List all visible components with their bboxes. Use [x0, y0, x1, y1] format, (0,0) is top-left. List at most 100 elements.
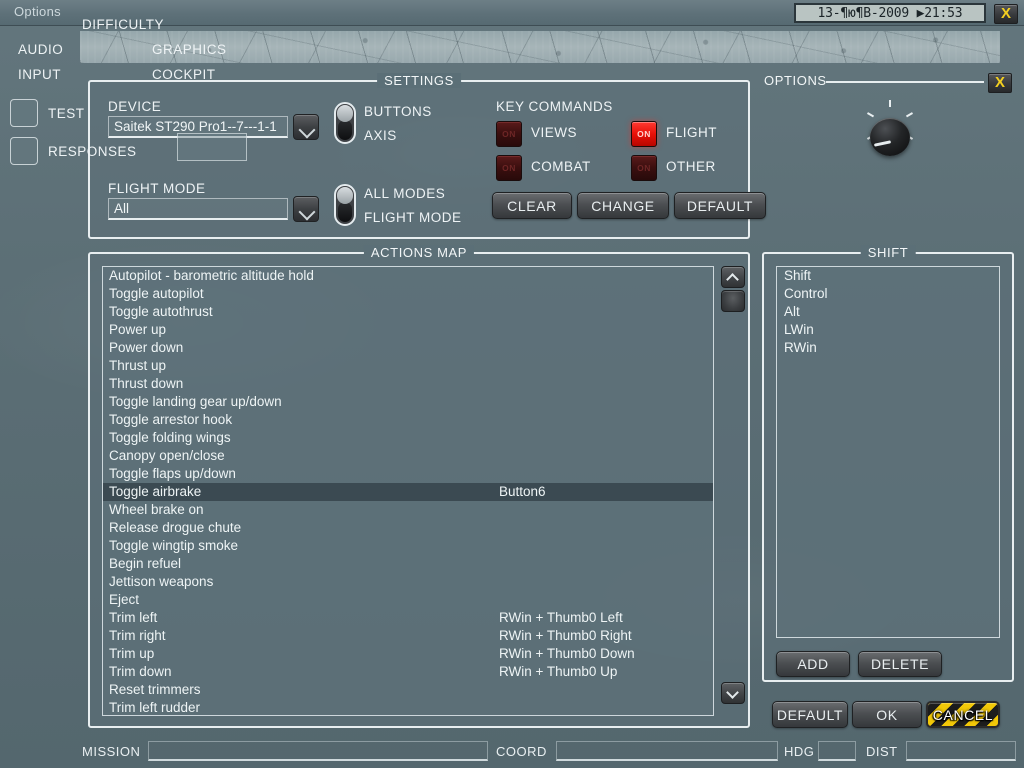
list-item[interactable]: RWin: [777, 339, 999, 357]
views-label[interactable]: VIEWS: [531, 125, 577, 140]
options-close-icon[interactable]: X: [988, 73, 1012, 93]
input-label[interactable]: INPUT: [18, 67, 61, 82]
graphics-label[interactable]: GRAPHICS: [152, 42, 227, 57]
clear-button[interactable]: CLEAR: [492, 192, 572, 219]
default-key-button[interactable]: DEFAULT: [674, 192, 766, 219]
action-name: Wheel brake on: [109, 502, 204, 517]
action-name: Release drogue chute: [109, 520, 242, 535]
action-binding: RWin + Thumb0 Left: [499, 610, 623, 625]
flight-label[interactable]: FLIGHT: [666, 125, 717, 140]
mission-field[interactable]: [148, 741, 488, 761]
coord-field[interactable]: [556, 741, 778, 761]
combat-label[interactable]: COMBAT: [531, 159, 591, 174]
table-row[interactable]: Toggle arrestor hook: [103, 411, 713, 429]
options-category-knob[interactable]: [870, 118, 910, 156]
other-label[interactable]: OTHER: [666, 159, 716, 174]
flight-mode-dropdown-chevron-down-icon[interactable]: [293, 196, 319, 222]
table-row[interactable]: Thrust down: [103, 375, 713, 393]
settings-panel-legend: SETTINGS: [377, 73, 461, 88]
flight-mode-switch-label[interactable]: FLIGHT MODE: [364, 210, 462, 225]
action-name: Eject: [109, 592, 140, 607]
table-row[interactable]: Toggle autothrust: [103, 303, 713, 321]
table-row[interactable]: Toggle autopilot: [103, 285, 713, 303]
table-row[interactable]: Release drogue chute: [103, 519, 713, 537]
action-name: Thrust down: [109, 376, 184, 391]
close-icon[interactable]: X: [994, 4, 1018, 24]
dist-field[interactable]: [906, 741, 1016, 761]
scroll-down-button[interactable]: [721, 682, 745, 704]
table-row[interactable]: Toggle airbrake Button6: [103, 483, 713, 501]
chevron-up-icon: [726, 273, 739, 286]
actions-map-panel: ACTIONS MAP Autopilot - barometric altit…: [88, 245, 750, 728]
table-row[interactable]: Jettison weapons: [103, 573, 713, 591]
test-label: TEST: [48, 106, 85, 121]
hdg-field[interactable]: [818, 741, 856, 761]
table-row[interactable]: Trim left RWin + Thumb0 Left: [103, 609, 713, 627]
dist-label: DIST: [866, 744, 898, 759]
flight-mode-input[interactable]: All: [108, 198, 288, 220]
table-row[interactable]: Toggle flaps up/down: [103, 465, 713, 483]
table-row[interactable]: Trim right RWin + Thumb0 Right: [103, 627, 713, 645]
action-name: Toggle wingtip smoke: [109, 538, 239, 553]
test-checkbox[interactable]: [10, 99, 38, 127]
action-name: Power down: [109, 340, 184, 355]
table-row[interactable]: Power down: [103, 339, 713, 357]
action-binding: RWin + Thumb0 Up: [499, 664, 618, 679]
table-row[interactable]: Toggle landing gear up/down: [103, 393, 713, 411]
shift-panel-legend: SHIFT: [860, 245, 916, 260]
actions-map-list[interactable]: Autopilot - barometric altitude hold Togg…: [102, 266, 714, 716]
list-item[interactable]: Control: [777, 285, 999, 303]
table-row[interactable]: Autopilot - barometric altitude hold: [103, 267, 713, 285]
device-dropdown-chevron-down-icon[interactable]: [293, 114, 319, 140]
scroll-up-button[interactable]: [721, 266, 745, 288]
table-row[interactable]: Reset trimmers: [103, 681, 713, 699]
change-button[interactable]: CHANGE: [577, 192, 669, 219]
table-row[interactable]: Wheel brake on: [103, 501, 713, 519]
difficulty-label[interactable]: DIFFICULTY: [82, 17, 164, 32]
table-row[interactable]: Trim down RWin + Thumb0 Up: [103, 663, 713, 681]
table-row[interactable]: Power up: [103, 321, 713, 339]
default-button[interactable]: DEFAULT: [772, 701, 848, 728]
device-label: DEVICE: [108, 99, 162, 114]
responses-checkbox[interactable]: [10, 137, 38, 165]
add-button[interactable]: ADD: [776, 651, 850, 677]
actions-map-legend: ACTIONS MAP: [363, 245, 475, 260]
table-row[interactable]: Canopy open/close: [103, 447, 713, 465]
table-row[interactable]: Trim left rudder: [103, 699, 713, 715]
list-item[interactable]: Shift: [777, 267, 999, 285]
combat-toggle-button[interactable]: ON: [496, 155, 522, 181]
all-modes-label[interactable]: ALL MODES: [364, 186, 445, 201]
audio-label[interactable]: AUDIO: [18, 42, 63, 57]
cancel-button[interactable]: CANCEL: [926, 701, 1000, 728]
responses-value-field[interactable]: [177, 133, 247, 161]
table-row[interactable]: Thrust up: [103, 357, 713, 375]
table-row[interactable]: Trim up RWin + Thumb0 Down: [103, 645, 713, 663]
table-row[interactable]: Eject: [103, 591, 713, 609]
knob-tick-difficulty: [889, 100, 891, 107]
axis-label[interactable]: AXIS: [364, 128, 397, 143]
hdg-label: HDG: [784, 744, 815, 759]
cockpit-label[interactable]: COCKPIT: [152, 67, 216, 82]
buttons-label[interactable]: BUTTONS: [364, 104, 432, 119]
mission-datetime-display: 13-¶ю¶В-2009 ▶21:53: [794, 3, 986, 23]
delete-button[interactable]: DELETE: [858, 651, 942, 677]
action-name: Toggle airbrake: [109, 484, 202, 499]
table-row[interactable]: Toggle wingtip smoke: [103, 537, 713, 555]
ok-button[interactable]: OK: [852, 701, 922, 728]
coord-label: COORD: [496, 744, 547, 759]
flight-toggle-button[interactable]: ON: [631, 121, 657, 147]
table-row[interactable]: Begin refuel: [103, 555, 713, 573]
action-binding: RWin + Thumb0 Down: [499, 646, 635, 661]
table-row[interactable]: Toggle folding wings: [103, 429, 713, 447]
other-toggle-button[interactable]: ON: [631, 155, 657, 181]
switch-knob-icon: [337, 105, 353, 122]
allmodes-flightmode-toggle-switch[interactable]: [334, 184, 356, 226]
action-name: Trim left rudder: [109, 700, 201, 715]
list-item[interactable]: LWin: [777, 321, 999, 339]
buttons-axis-toggle-switch[interactable]: [334, 102, 356, 144]
options-panel-legend: OPTIONS: [764, 73, 827, 88]
scrollbar-thumb[interactable]: [721, 290, 745, 312]
list-item[interactable]: Alt: [777, 303, 999, 321]
views-toggle-button[interactable]: ON: [496, 121, 522, 147]
shift-list[interactable]: Shift Control Alt LWin RWin: [776, 266, 1000, 638]
